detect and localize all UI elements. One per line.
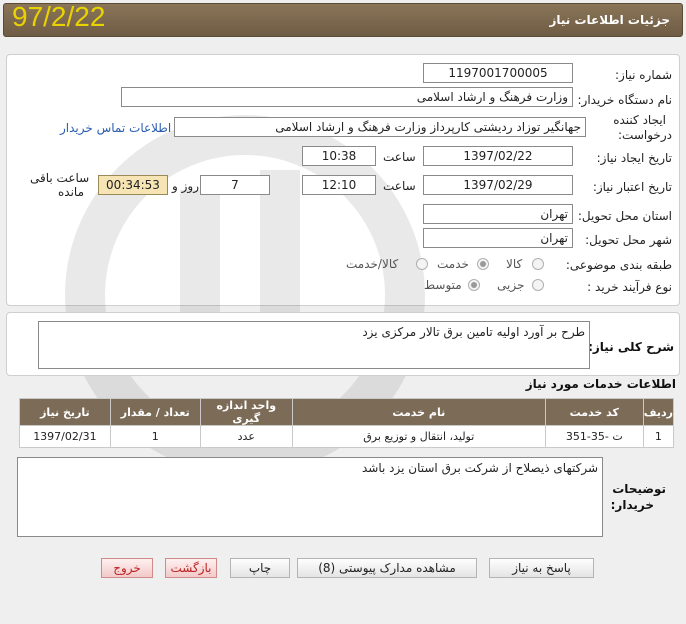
remaining-time-field: 00:34:53 xyxy=(98,175,168,195)
validity-date-field: 1397/02/29 xyxy=(423,175,573,195)
remaining-label-2: مانده xyxy=(58,185,85,199)
buyer-notes-label-1: توضیحات xyxy=(612,482,666,496)
col-service-code: کد خدمت xyxy=(544,398,644,426)
city-label: شهر محل تحویل: xyxy=(585,233,672,247)
created-date-label: تاریخ ایجاد نیاز: xyxy=(596,151,672,165)
validity-date-label: تاریخ اعتبار نیاز: xyxy=(592,180,672,194)
need-number-field: 1197001700005 xyxy=(423,63,573,83)
need-number-label: شماره نیاز: xyxy=(615,68,672,82)
category-label: طبقه بندی موضوعی: xyxy=(565,258,672,272)
services-title: اطلاعات خدمات مورد نیاز xyxy=(525,377,676,391)
process-radio-minor[interactable] xyxy=(532,279,544,291)
exit-button[interactable]: خروج xyxy=(101,558,153,578)
category-radio-service[interactable] xyxy=(477,258,489,270)
buyer-org-label: نام دستگاه خریدار: xyxy=(577,93,673,107)
buyer-notes-text: شرکتهای ذیصلاح از شرکت برق استان یزد باش… xyxy=(17,457,603,537)
services-header-row: ردیف کد خدمت نام خدمت واحد اندازه گیری ت… xyxy=(19,398,675,426)
buyer-org-field: وزارت فرهنگ و ارشاد اسلامی xyxy=(121,87,573,107)
cell-service-code: ت -35-351 xyxy=(544,425,644,448)
print-button[interactable]: چاپ xyxy=(230,558,290,578)
creator-label-1: ایجاد کننده xyxy=(613,113,666,127)
days-field: 7 xyxy=(200,175,270,195)
province-label: استان محل تحویل: xyxy=(577,209,672,223)
buyer-contact-link[interactable]: اطلاعات تماس خریدار xyxy=(60,121,171,135)
attachments-button[interactable]: مشاهده مدارک پیوستی (8) xyxy=(297,558,477,578)
creator-label-2: درخواست: xyxy=(618,128,672,142)
category-radio-goods-service[interactable] xyxy=(416,258,428,270)
creator-field: جهانگیر توزاد ردیشتی کارپرداز وزارت فرهن… xyxy=(174,117,586,137)
col-row-number: ردیف xyxy=(642,398,675,426)
process-label-minor: جزیی xyxy=(497,278,525,292)
cell-service-name: تولید، انتقال و توزیع برق xyxy=(291,425,546,448)
cell-quantity: 1 xyxy=(109,425,201,448)
col-quantity: تعداد / مقدار xyxy=(109,398,201,426)
remaining-label-1: ساعت باقی xyxy=(30,171,90,185)
summary-label: شرح کلی نیاز: xyxy=(588,340,674,354)
back-button[interactable]: بازگشت xyxy=(165,558,217,578)
buyer-notes-label-2: خریدار: xyxy=(610,498,654,512)
table-row: 1 ت -35-351 تولید، انتقال و توزیع برق عد… xyxy=(19,425,675,448)
col-need-date: تاریخ نیاز xyxy=(19,398,111,426)
category-radio-goods[interactable] xyxy=(532,258,544,270)
page-title: جزئیات اطلاعات نیاز xyxy=(549,13,670,27)
services-table: ردیف کد خدمت نام خدمت واحد اندازه گیری ت… xyxy=(19,398,675,448)
validity-time-label: ساعت xyxy=(383,179,416,193)
validity-time-field: 12:10 xyxy=(302,175,376,195)
category-label-goods-service: کالا/خدمت xyxy=(346,257,399,271)
reply-button[interactable]: پاسخ به نیاز xyxy=(489,558,594,578)
cell-unit: عدد xyxy=(199,425,293,448)
col-unit: واحد اندازه گیری xyxy=(199,398,293,426)
category-label-goods: کالا xyxy=(506,257,523,271)
title-bar: جزئیات اطلاعات نیاز 97/2/22 xyxy=(3,1,683,37)
created-time-field: 10:38 xyxy=(302,146,376,166)
category-label-service: خدمت xyxy=(437,257,469,271)
process-label: نوع فرآیند خرید : xyxy=(587,280,672,294)
cell-need-date: 1397/02/31 xyxy=(19,425,111,448)
created-date-field: 1397/02/22 xyxy=(423,146,573,166)
days-label: روز و xyxy=(172,179,199,193)
process-radio-medium[interactable] xyxy=(468,279,480,291)
province-field: تهران xyxy=(423,204,573,224)
cell-row-number: 1 xyxy=(642,425,675,448)
summary-text: طرح بر آورد اولیه تامین برق تالار مرکزی … xyxy=(38,321,590,369)
created-time-label: ساعت xyxy=(383,150,416,164)
process-label-medium: متوسط xyxy=(424,278,462,292)
city-field: تهران xyxy=(423,228,573,248)
col-service-name: نام خدمت xyxy=(291,398,546,426)
date-stamp: 97/2/22 xyxy=(12,1,106,32)
